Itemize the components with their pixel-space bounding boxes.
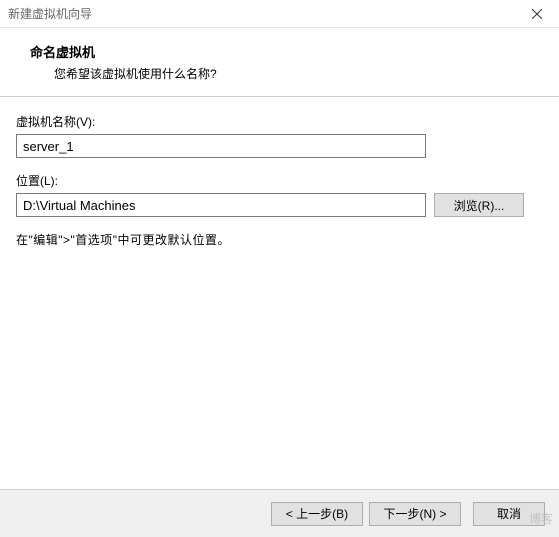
- back-button[interactable]: < 上一步(B): [271, 502, 363, 526]
- content-area: 虚拟机名称(V): 位置(L): 浏览(R)... 在"编辑">"首选项"中可更…: [0, 97, 559, 248]
- vm-name-input[interactable]: [16, 134, 426, 158]
- next-button[interactable]: 下一步(N) >: [369, 502, 461, 526]
- wizard-footer: < 上一步(B) 下一步(N) > 取消: [0, 489, 559, 537]
- location-input[interactable]: [16, 193, 426, 217]
- titlebar: 新建虚拟机向导: [0, 0, 559, 28]
- cancel-button[interactable]: 取消: [473, 502, 545, 526]
- location-row: 浏览(R)...: [16, 193, 543, 217]
- close-icon: [532, 9, 542, 19]
- vm-name-label: 虚拟机名称(V):: [16, 113, 543, 130]
- page-heading: 命名虚拟机: [30, 42, 539, 61]
- hint-text: 在"编辑">"首选项"中可更改默认位置。: [16, 231, 543, 248]
- location-group: 位置(L): 浏览(R)...: [16, 172, 543, 217]
- window-title: 新建虚拟机向导: [8, 5, 92, 22]
- wizard-header: 命名虚拟机 您希望该虚拟机使用什么名称?: [0, 28, 559, 97]
- location-label: 位置(L):: [16, 172, 543, 189]
- close-button[interactable]: [517, 0, 557, 28]
- page-subtext: 您希望该虚拟机使用什么名称?: [30, 65, 539, 82]
- vm-name-group: 虚拟机名称(V):: [16, 113, 543, 158]
- browse-button[interactable]: 浏览(R)...: [434, 193, 524, 217]
